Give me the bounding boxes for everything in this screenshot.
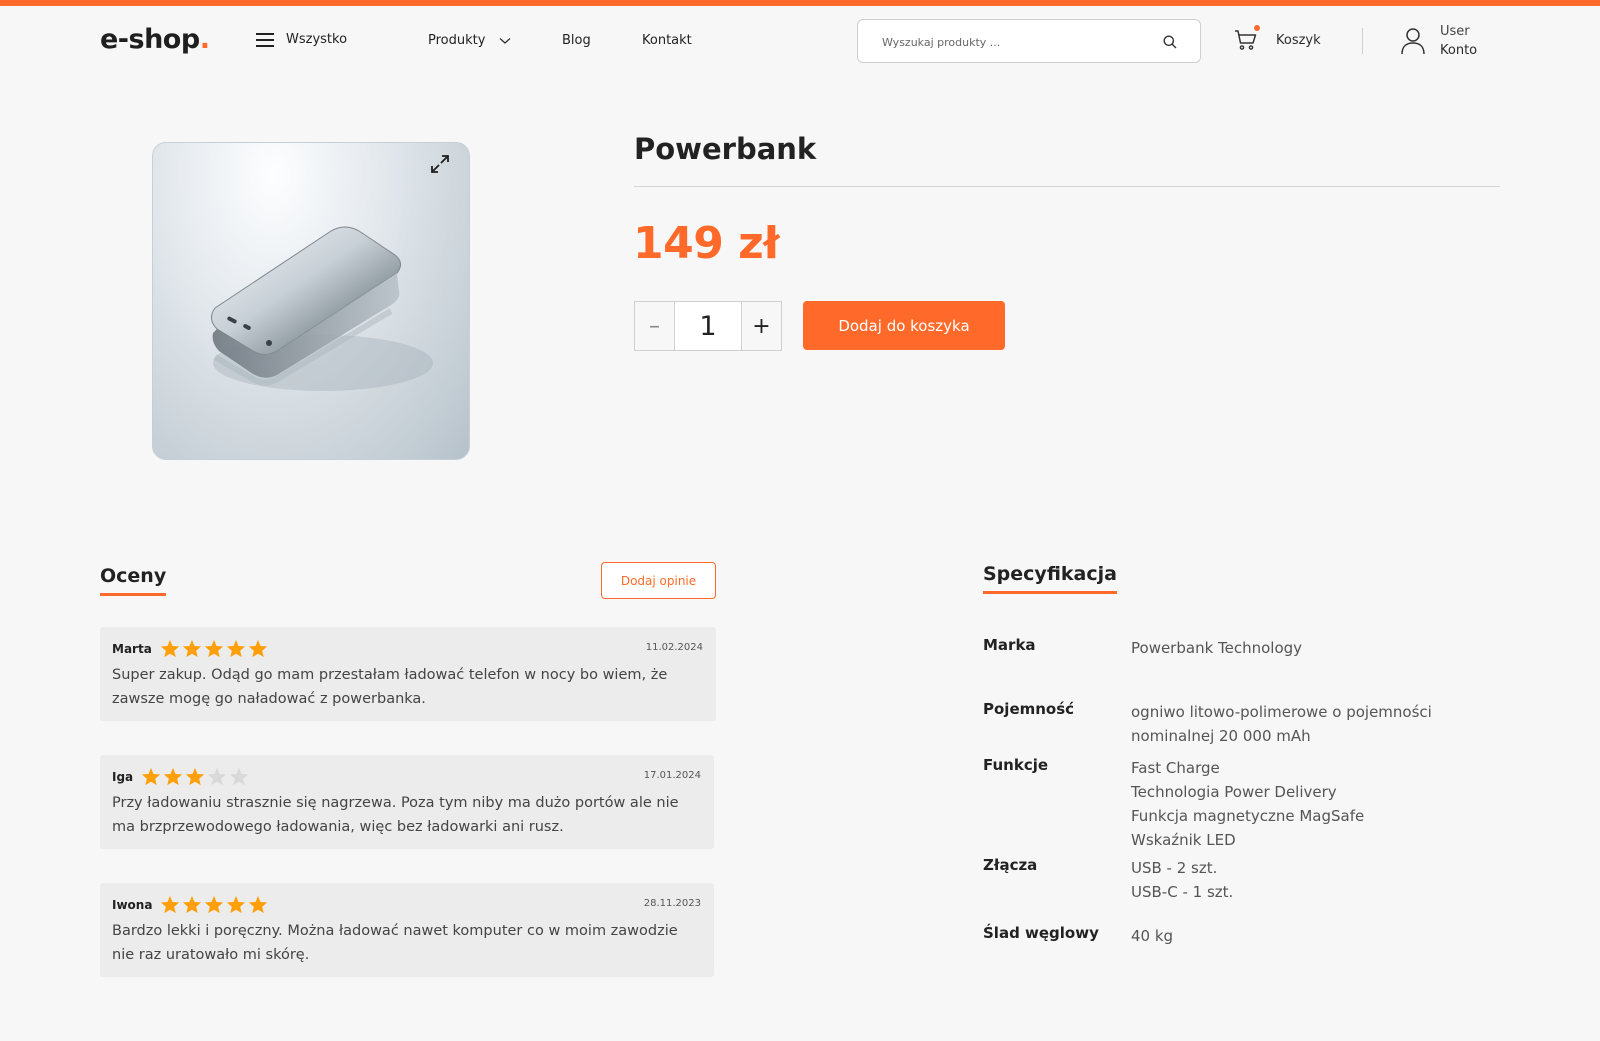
nav-contact-label: Kontakt (642, 33, 692, 48)
spec-label: Ślad węglowy (983, 924, 1099, 942)
cart-notification-dot (1254, 25, 1260, 31)
logo[interactable]: e-shop. (100, 24, 210, 55)
spec-value-line: USB - 2 szt. (1131, 859, 1218, 877)
review-header: Iwona (112, 895, 268, 914)
search-input[interactable] (882, 32, 1142, 52)
review-date: 11.02.2024 (645, 642, 703, 653)
cart-icon-wrap (1234, 25, 1260, 52)
star-icon (182, 639, 201, 658)
spec-value-line: ogniwo litowo-polimerowe o pojemności (1131, 703, 1432, 721)
spec-label: Funkcje (983, 756, 1049, 774)
spec-value-line: Powerbank Technology (1131, 639, 1303, 657)
powerbank-image (211, 226, 433, 391)
spec-value-line: Funkcja magnetyczne MagSafe (1131, 807, 1365, 825)
reviews-title: Oceny (100, 565, 167, 596)
hamburger-icon (256, 32, 274, 47)
review-card: Marta 11.02.2024 Super zakup. Odąd go ma… (100, 627, 716, 721)
spec-value-line: Fast Charge (1131, 759, 1220, 777)
search-box (857, 19, 1201, 63)
review-author: Marta (112, 641, 152, 656)
spec-value: USB - 2 szt. USB-C - 1 szt. (1131, 856, 1501, 904)
spec-label: Marka (983, 636, 1036, 654)
title-divider (634, 186, 1500, 187)
all-categories-button[interactable]: Wszystko (256, 32, 347, 47)
star-icon (208, 767, 227, 786)
spec-value-line: 40 kg (1131, 927, 1174, 945)
account-text: User Konto (1440, 22, 1477, 60)
review-stars (141, 767, 249, 786)
review-stars (160, 895, 268, 914)
add-review-button[interactable]: Dodaj opinie (601, 562, 716, 599)
cart-button[interactable]: Koszyk (1234, 25, 1321, 52)
star-icon (205, 895, 224, 914)
spec-value-line: Technologia Power Delivery (1131, 783, 1337, 801)
cart-icon (1235, 30, 1257, 50)
account-button[interactable]: User Konto (1400, 22, 1477, 60)
star-icon (160, 639, 179, 658)
spec-value-line: nominalnej 20 000 mAh (1131, 727, 1311, 745)
nav-blog[interactable]: Blog (562, 33, 591, 48)
review-card: Iga 17.01.2024 Przy ładowaniu strasznie … (100, 755, 714, 849)
add-to-cart-button[interactable]: Dodaj do koszyka (803, 301, 1005, 350)
user-icon (1401, 28, 1425, 55)
review-header: Iga (112, 767, 249, 786)
review-author: Iga (112, 769, 134, 784)
review-header: Marta (112, 639, 268, 658)
spec-value: Powerbank Technology (1131, 636, 1501, 660)
spec-value-line: Wskaźnik LED (1131, 831, 1236, 849)
star-icon (227, 895, 246, 914)
review-text: Bardzo lekki i poręczny. Można ładować n… (112, 923, 678, 963)
quantity-increase-button[interactable]: + (742, 302, 781, 350)
spec-value: 40 kg (1131, 924, 1501, 948)
nav-products-label: Produkty (428, 33, 486, 48)
logo-dot: . (199, 24, 210, 55)
all-categories-label: Wszystko (286, 32, 348, 47)
product-price: 149 zł (633, 218, 780, 269)
site-header: e-shop. Wszystko Produkty Blog Kontakt K… (0, 6, 1600, 76)
star-icon (249, 895, 268, 914)
product-image[interactable] (152, 142, 470, 460)
star-icon (183, 895, 202, 914)
quantity-value[interactable]: 1 (674, 302, 742, 350)
review-date: 28.11.2023 (643, 898, 701, 909)
star-icon (161, 895, 180, 914)
product-title: Powerbank (634, 132, 817, 166)
specs-title: Specyfikacja (983, 563, 1117, 594)
account-label: Konto (1440, 43, 1478, 58)
review-stars (160, 639, 268, 658)
spec-label: Pojemność (983, 700, 1075, 718)
review-date: 17.01.2024 (643, 770, 701, 781)
review-text: Super zakup. Odąd go mam przestałam łado… (112, 667, 668, 707)
quantity-stepper: – 1 + (634, 301, 782, 351)
review-card: Iwona 28.11.2023 Bardzo lekki i poręczny… (100, 883, 714, 977)
cart-label: Koszyk (1276, 32, 1321, 48)
spec-value: Fast Charge Technologia Power Delivery F… (1131, 756, 1501, 852)
star-icon (248, 639, 267, 658)
nav-products[interactable]: Produkty (428, 33, 538, 48)
star-icon (204, 639, 223, 658)
spec-value-line: USB-C - 1 szt. (1131, 883, 1234, 901)
account-user: User (1440, 24, 1470, 39)
spec-label: Złącza (983, 856, 1038, 874)
header-divider (1362, 28, 1363, 54)
expand-icon[interactable] (427, 151, 453, 177)
star-icon (186, 767, 205, 786)
nav-blog-label: Blog (562, 33, 591, 48)
logo-text: e-shop (100, 24, 200, 55)
star-icon (164, 767, 183, 786)
spec-value: ogniwo litowo-polimerowe o pojemności no… (1131, 700, 1501, 748)
quantity-decrease-button[interactable]: – (635, 302, 674, 350)
search-icon[interactable] (1162, 34, 1178, 50)
nav-contact[interactable]: Kontakt (642, 33, 732, 48)
chevron-down-icon (500, 37, 511, 44)
star-icon (226, 639, 245, 658)
review-author: Iwona (112, 897, 153, 912)
review-text: Przy ładowaniu strasznie się nagrzewa. P… (112, 795, 679, 835)
star-icon (142, 767, 161, 786)
star-icon (230, 767, 249, 786)
